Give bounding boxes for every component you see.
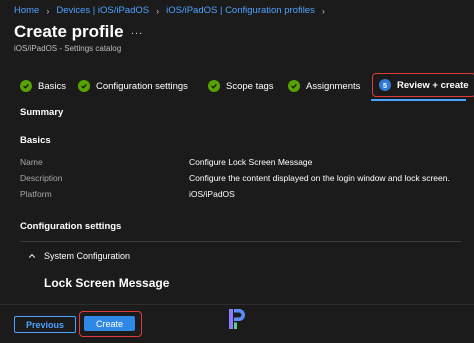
page-subtitle: iOS/iPadOS - Settings catalog [14,44,122,53]
system-configuration-toggle[interactable]: System Configuration [28,251,130,261]
wizard-steps: Basics Configuration settings Scope tags… [20,73,474,97]
lock-screen-message-setting: Lock Screen Message [44,276,170,290]
footer-divider [0,304,474,305]
checkmark-icon [78,80,90,92]
platform-label: Platform [20,189,52,199]
platform-value: iOS/iPadOS [189,189,235,199]
previous-button[interactable]: Previous [14,316,76,333]
logo-icon [229,309,245,329]
checkmark-icon [20,80,32,92]
tab-label: Basics [38,80,66,92]
more-options-icon[interactable]: ... [131,25,143,37]
breadcrumb-configuration-profiles[interactable]: iOS/iPadOS | Configuration profiles [166,5,315,16]
breadcrumb-home[interactable]: Home [14,5,39,16]
description-label: Description [20,173,63,183]
breadcrumb-devices[interactable]: Devices | iOS/iPadOS [56,5,149,16]
basics-heading: Basics [20,135,51,146]
name-value: Configure Lock Screen Message [189,157,313,167]
checkmark-icon [288,80,300,92]
tab-review-create[interactable]: 5 Review + create [372,73,474,97]
breadcrumb: Home › Devices | iOS/iPadOS › iOS/iPadOS… [14,5,332,16]
chevron-up-icon [28,253,36,258]
chevron-right-icon: › [321,5,325,16]
description-value: Configure the content displayed on the l… [189,173,450,183]
summary-heading: Summary [20,107,64,118]
tab-scope-tags[interactable]: Scope tags [208,76,274,96]
divider [20,241,461,242]
chevron-right-icon: › [46,5,50,16]
tab-label: Assignments [306,80,361,92]
create-button[interactable]: Create [84,316,135,331]
tab-basics[interactable]: Basics [20,76,66,96]
page-title: Create profile [14,22,124,41]
configuration-settings-heading: Configuration settings [20,221,122,232]
checkmark-icon [208,80,220,92]
chevron-right-icon: › [156,5,160,16]
tab-label: Scope tags [226,80,274,92]
active-tab-indicator [371,99,466,101]
step-number-badge: 5 [379,79,391,91]
name-label: Name [20,157,43,167]
system-configuration-label: System Configuration [44,251,131,261]
tab-label: Review + create [397,79,469,91]
tab-configuration-settings[interactable]: Configuration settings [78,76,188,96]
tab-label: Configuration settings [96,80,188,92]
tab-assignments[interactable]: Assignments [288,76,360,96]
